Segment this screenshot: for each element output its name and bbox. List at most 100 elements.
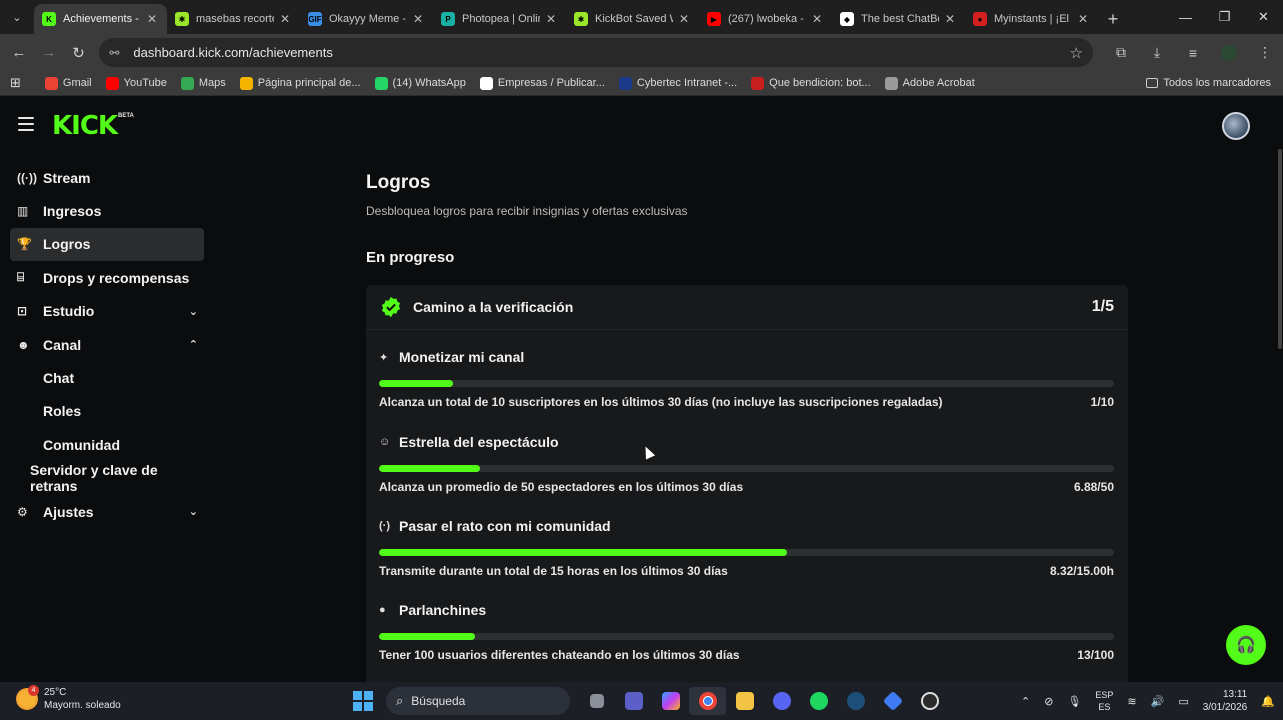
browser-tab[interactable]: ● Myinstants | ¡El s ✕ — [965, 4, 1098, 34]
new-tab-button[interactable]: + — [1098, 4, 1128, 34]
obs-icon[interactable] — [911, 687, 948, 715]
windows-start-icon[interactable] — [353, 691, 373, 711]
tab-close-icon[interactable]: ✕ — [411, 12, 425, 26]
tab-favicon-icon: K — [42, 12, 56, 26]
media-control-icon[interactable]: ≡ — [1175, 44, 1211, 61]
support-headset-button[interactable]: 🎧 — [1226, 625, 1266, 665]
broadcast-icon: (·) — [379, 520, 390, 532]
browser-tab[interactable]: K Achievements - Kick ✕ — [34, 4, 167, 34]
tab-close-icon[interactable]: ✕ — [544, 12, 558, 26]
weather-sun-icon: 4 — [16, 685, 39, 710]
steam-icon[interactable] — [837, 687, 874, 715]
weather-widget[interactable]: 4 25°C Mayorm. soleado — [16, 685, 121, 712]
taskbar-search[interactable]: ⌕ Búsqueda — [386, 687, 570, 715]
sidebar-item-ingresos[interactable]: ▥ Ingresos — [10, 194, 204, 227]
browser-tab[interactable]: GIF Okayyy Meme - ✕ — [300, 4, 433, 34]
reload-icon[interactable]: ↻ — [64, 38, 94, 68]
bookmark-item[interactable]: Maps — [180, 76, 226, 90]
browser-tab[interactable]: ▶ (267) lwobeka - ✕ — [699, 4, 832, 34]
chat-bubble-icon: ● — [379, 604, 386, 616]
bookmark-item[interactable]: YouTube — [105, 76, 167, 90]
system-clock[interactable]: 13:11 3/01/2026 — [1203, 688, 1248, 714]
minimize-icon[interactable]: — — [1166, 0, 1205, 34]
chevron-down-icon[interactable]: ⌄ — [189, 305, 198, 318]
tab-close-icon[interactable]: ✕ — [1076, 12, 1090, 26]
tab-close-icon[interactable]: ✕ — [943, 12, 957, 26]
sidebar-item-canal[interactable]: ☻ Canal ⌃ — [10, 328, 204, 361]
sidebar-item-servidor[interactable]: Servidor y clave de retrans — [10, 462, 204, 495]
bookmark-item[interactable]: Que bendicion: bot... — [751, 76, 871, 90]
app-diamond-icon[interactable] — [874, 687, 911, 715]
no-camera-icon[interactable]: ⊘ — [1044, 695, 1053, 708]
sidebar-item-ajustes[interactable]: ⚙ Ajustes ⌄ — [10, 495, 204, 528]
sidebar-item-estudio[interactable]: ⊡ Estudio ⌄ — [10, 295, 204, 328]
bookmark-item[interactable]: Adobe Acrobat — [884, 76, 975, 90]
sidebar-item-comunidad[interactable]: Comunidad — [10, 428, 204, 461]
bookmark-item[interactable]: (14) WhatsApp — [374, 76, 466, 90]
bookmark-item[interactable]: Cybertec Intranet -... — [618, 76, 737, 90]
browser-tab[interactable]: ✱ masebas recortes ✕ — [167, 4, 300, 34]
tray-overflow-icon[interactable]: ⌃ — [1021, 695, 1030, 708]
tab-search-icon[interactable]: ⌄ — [0, 0, 34, 34]
chevron-down-icon[interactable]: ⌄ — [189, 505, 198, 518]
bookmark-item[interactable]: Gmail — [44, 76, 92, 90]
apps-grid-icon[interactable]: ⊞ — [10, 75, 21, 91]
sidebar-item-label: Stream — [43, 169, 91, 186]
browser-tab[interactable]: ✱ KickBot Saved W ✕ — [566, 4, 699, 34]
back-arrow-icon[interactable]: ← — [4, 38, 34, 68]
all-bookmarks-folder[interactable]: Todos los marcadores — [1146, 77, 1271, 89]
progress-bar — [379, 549, 1114, 556]
microphone-icon[interactable]: 🎙 — [1067, 695, 1081, 708]
close-window-icon[interactable]: ✕ — [1244, 0, 1283, 34]
download-icon[interactable]: ⤓ — [1139, 44, 1175, 61]
wifi-icon[interactable]: ≋ — [1127, 695, 1136, 708]
restore-icon[interactable]: ❐ — [1205, 0, 1244, 34]
file-explorer-icon[interactable] — [726, 687, 763, 715]
tab-title: KickBot Saved W — [595, 13, 673, 25]
task-view-icon[interactable] — [578, 687, 615, 715]
battery-icon[interactable]: ▭ — [1178, 695, 1188, 708]
tab-close-icon[interactable]: ✕ — [145, 12, 159, 26]
users-icon: ☻ — [17, 337, 30, 352]
sidebar-item-drops[interactable]: ⌸ Drops y recompensas — [10, 261, 204, 294]
user-avatar[interactable] — [1222, 112, 1250, 140]
profile-icon[interactable] — [1211, 44, 1247, 61]
kick-logo[interactable]: KICK — [52, 111, 118, 141]
site-settings-icon[interactable]: ⚯ — [109, 46, 125, 60]
sidebar-item-roles[interactable]: Roles — [10, 395, 204, 428]
achievement-title: Parlanchines — [399, 602, 487, 618]
hamburger-menu-icon[interactable] — [18, 117, 34, 131]
chrome-icon[interactable] — [689, 687, 726, 715]
bookmark-favicon-icon — [239, 76, 253, 90]
sidebar-item-stream[interactable]: ((·)) Stream — [10, 161, 204, 194]
discord-icon[interactable] — [763, 687, 800, 715]
tab-close-icon[interactable]: ✕ — [677, 12, 691, 26]
bookmark-item[interactable]: Empresas / Publicar... — [479, 76, 605, 90]
chevron-up-icon[interactable]: ⌃ — [189, 338, 198, 351]
tab-close-icon[interactable]: ✕ — [278, 12, 292, 26]
page-title: Logros — [366, 172, 431, 193]
bookmark-item[interactable]: Página principal de... — [239, 76, 361, 90]
sidebar-item-chat[interactable]: Chat — [10, 361, 204, 394]
sidebar-item-logros[interactable]: 🏆 Logros — [10, 227, 204, 262]
copilot-icon[interactable] — [652, 687, 689, 715]
language-indicator[interactable]: ESP ES — [1095, 689, 1113, 713]
notifications-bell-icon[interactable]: 🔔 — [1261, 695, 1275, 708]
forward-arrow-icon[interactable]: → — [34, 38, 64, 68]
page-scrollbar[interactable] — [1278, 149, 1282, 349]
bookmark-star-icon[interactable]: ☆ — [1070, 44, 1083, 62]
browser-tab[interactable]: P Photopea | Online ✕ — [433, 4, 566, 34]
keyboard-layout: ES — [1098, 702, 1111, 712]
tab-title: Myinstants | ¡El s — [994, 13, 1072, 25]
tab-close-icon[interactable]: ✕ — [810, 12, 824, 26]
extensions-icon[interactable]: ⧉ — [1103, 44, 1139, 61]
more-menu-icon[interactable]: ⋮ — [1247, 44, 1283, 61]
url-bar[interactable]: ⚯ dashboard.kick.com/achievements ☆ — [99, 38, 1093, 67]
card-header[interactable]: Camino a la verificación 1/5 — [366, 285, 1128, 330]
achievement-title: Pasar el rato con mi comunidad — [399, 518, 611, 534]
browser-tab[interactable]: ◆ The best ChatBo ✕ — [832, 4, 965, 34]
teams-icon[interactable] — [615, 687, 652, 715]
spotify-icon[interactable] — [800, 687, 837, 715]
volume-icon[interactable]: 🔊 — [1151, 695, 1165, 708]
bookmark-favicon-icon — [374, 76, 388, 90]
